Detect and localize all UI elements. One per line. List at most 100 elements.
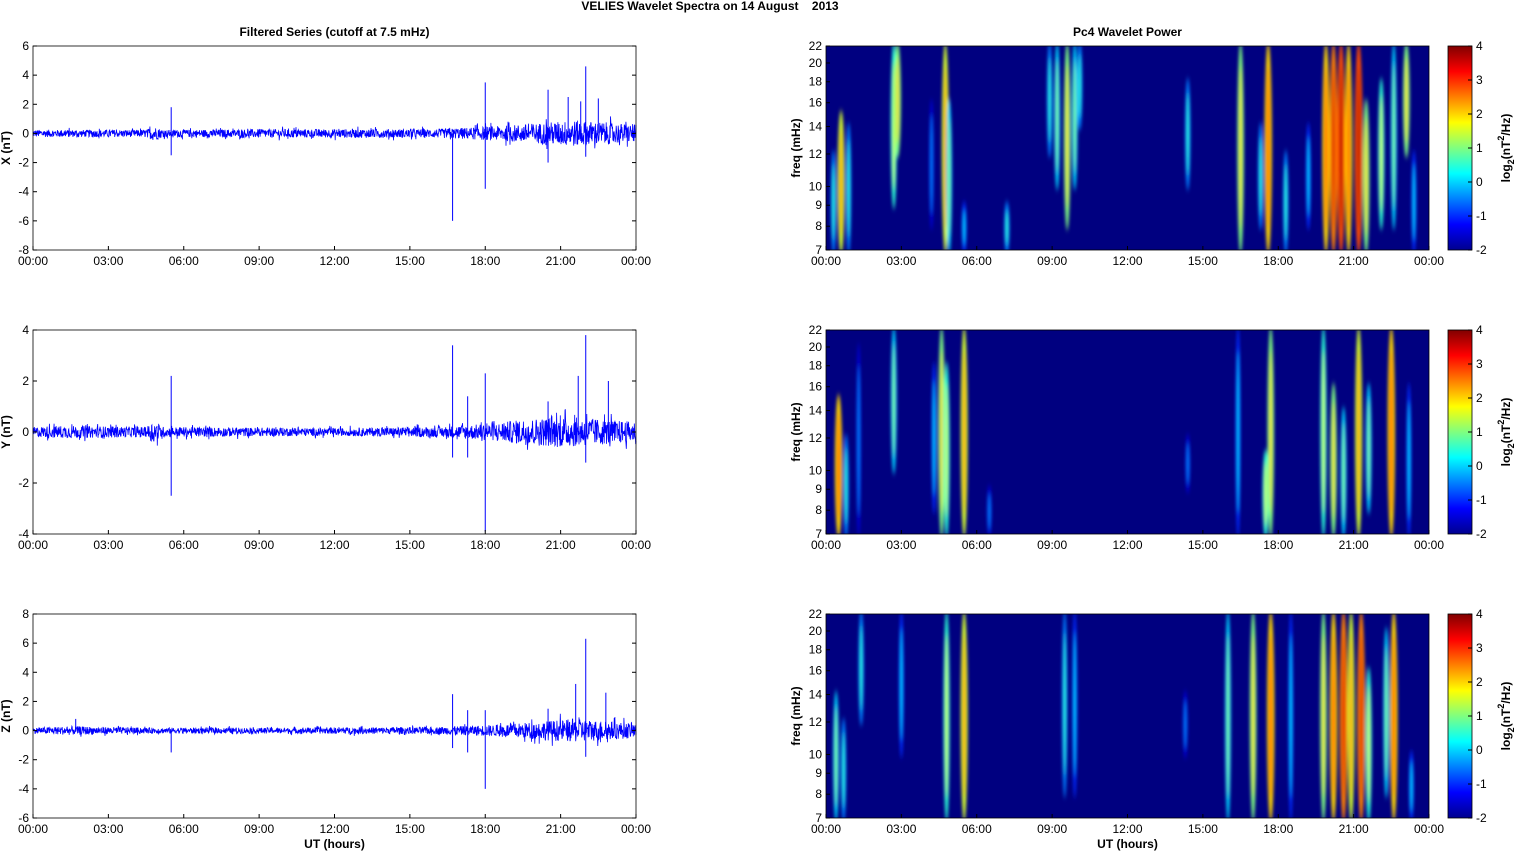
heatmap-burst-core: [1367, 399, 1370, 498]
y-tick-label: -4: [18, 185, 29, 199]
heatmap-burst-core: [1392, 634, 1396, 798]
heatmap-burst-core: [837, 411, 840, 521]
y-tick-label: 10: [809, 747, 823, 761]
y-tick-label: 0: [22, 724, 29, 738]
colorbar-label: log2(nT2/Hz): [1496, 398, 1515, 467]
heatmap-burst-core: [1332, 634, 1335, 798]
heatmap-burst-core: [945, 382, 948, 518]
x-tick-label: 21:00: [546, 538, 576, 552]
y-axis-label: Z (nT): [0, 699, 13, 732]
x-tick-label: 15:00: [395, 254, 425, 268]
y-tick-label: 20: [809, 624, 823, 638]
x-axis-label: UT (hours): [304, 837, 365, 851]
x-tick-label: 18:00: [470, 538, 500, 552]
heatmap-burst-core: [1269, 634, 1272, 798]
heatmap-burst-core: [1342, 422, 1345, 522]
heatmap-burst-core: [834, 706, 838, 806]
heatmap-burst-core: [1407, 401, 1411, 520]
x-tick-label: 12:00: [319, 538, 349, 552]
x-tick-label: 00:00: [621, 254, 651, 268]
y-tick-label: 14: [809, 404, 823, 418]
y-tick-label: 2: [22, 694, 29, 708]
heatmap-burst-core: [1364, 117, 1368, 236]
heatmap-burst-core: [839, 127, 843, 237]
heatmap-burst-core: [1339, 66, 1343, 230]
colorbar-tick-label: 1: [1476, 141, 1483, 155]
wavelet-panel: 78910121416182022-2-101234log2(nT2/Hz)00…: [789, 607, 1515, 851]
colorbar-tick-label: 1: [1476, 709, 1483, 723]
heatmap-burst-core: [832, 163, 835, 241]
heatmap-burst-core: [930, 115, 933, 214]
heatmap-burst-core: [1055, 60, 1059, 173]
heatmap-burst-core: [1226, 634, 1230, 798]
y-tick-label: 12: [809, 431, 823, 445]
colorbar-tick-label: 3: [1476, 357, 1483, 371]
colorbar-tick-label: 3: [1476, 73, 1483, 87]
heatmap-burst-core: [1239, 66, 1242, 230]
x-tick-label: 15:00: [1188, 254, 1218, 268]
x-tick-label: 00:00: [18, 538, 48, 552]
figure: VELIES Wavelet Spectra on 14 August 2013…: [0, 0, 1515, 851]
x-tick-label: 03:00: [93, 822, 123, 836]
x-tick-label: 09:00: [244, 822, 274, 836]
y-tick-label: 4: [22, 323, 29, 337]
heatmap-burst-core: [1063, 632, 1066, 777]
y-tick-label: 9: [815, 766, 822, 780]
heatmap-burst-core: [1184, 700, 1187, 749]
y-tick-label: 2: [22, 374, 29, 388]
heatmap-burst-core: [1405, 56, 1408, 144]
x-tick-label: 03:00: [886, 822, 916, 836]
heatmap-burst-core: [900, 628, 903, 741]
y-tick-label: 18: [809, 643, 823, 657]
heatmap-burst-core: [1066, 64, 1069, 209]
y-axis-label: freq (mHz): [789, 402, 803, 461]
colorbar-tick-label: -2: [1476, 527, 1487, 541]
x-tick-label: 00:00: [18, 822, 48, 836]
y-axis-label: freq (mHz): [789, 686, 803, 745]
x-tick-label: 15:00: [395, 822, 425, 836]
colorbar-tick-label: 2: [1476, 675, 1483, 689]
colorbar-tick-label: -1: [1476, 493, 1487, 507]
heatmap-burst-core: [1322, 350, 1325, 514]
heatmap-burst-core: [1307, 136, 1310, 217]
heatmap-burst-core: [947, 117, 951, 236]
colorbar-tick-label: 3: [1476, 641, 1483, 655]
x-tick-label: 15:00: [395, 538, 425, 552]
y-tick-label: -2: [18, 476, 29, 490]
x-tick-label: 00:00: [1414, 538, 1444, 552]
x-tick-label: 15:00: [1188, 538, 1218, 552]
colorbar-tick-label: 2: [1476, 391, 1483, 405]
x-tick-label: 18:00: [470, 254, 500, 268]
colorbar-tick-label: 0: [1476, 459, 1483, 473]
heatmap-burst-core: [842, 731, 845, 809]
y-tick-label: 9: [815, 482, 822, 496]
y-tick-label: 10: [809, 463, 823, 477]
y-axis-label: X (nT): [0, 131, 13, 165]
colorbar-tick-label: -1: [1476, 209, 1487, 223]
x-tick-label: 18:00: [1263, 254, 1293, 268]
heatmap-burst-core: [945, 634, 948, 798]
x-tick-label: 12:00: [1112, 254, 1142, 268]
y-tick-label: 8: [815, 503, 822, 517]
x-tick-label: 12:00: [1112, 822, 1142, 836]
heatmap-burst-core: [1251, 634, 1255, 798]
heatmap-burst-core: [1264, 461, 1267, 526]
wavelet-panel: 78910121416182022-2-101234log2(nT2/Hz)00…: [789, 25, 1515, 268]
heatmap-burst-core: [859, 624, 863, 712]
y-axis-label: freq (mHz): [789, 118, 803, 177]
colorbar-tick-label: 4: [1476, 607, 1483, 621]
series-panel: -6-4-20246800:00 03:00 06:00 09:00 12:00 15:0…: [0, 607, 651, 851]
y-tick-label: 16: [809, 664, 823, 678]
y-tick-label: -2: [18, 753, 29, 767]
y-tick-label: 2: [22, 97, 29, 111]
y-tick-label: -2: [18, 156, 29, 170]
y-tick-label: 8: [815, 787, 822, 801]
y-tick-label: 16: [809, 96, 823, 110]
heatmap-burst-core: [1385, 647, 1388, 778]
x-tick-label: 21:00: [546, 254, 576, 268]
heatmap-burst-core: [1357, 350, 1360, 514]
y-tick-label: 0: [22, 425, 29, 439]
heatmap-burst-core: [1410, 760, 1413, 812]
y-tick-label: 4: [22, 68, 29, 82]
y-tick-label: 12: [809, 715, 823, 729]
